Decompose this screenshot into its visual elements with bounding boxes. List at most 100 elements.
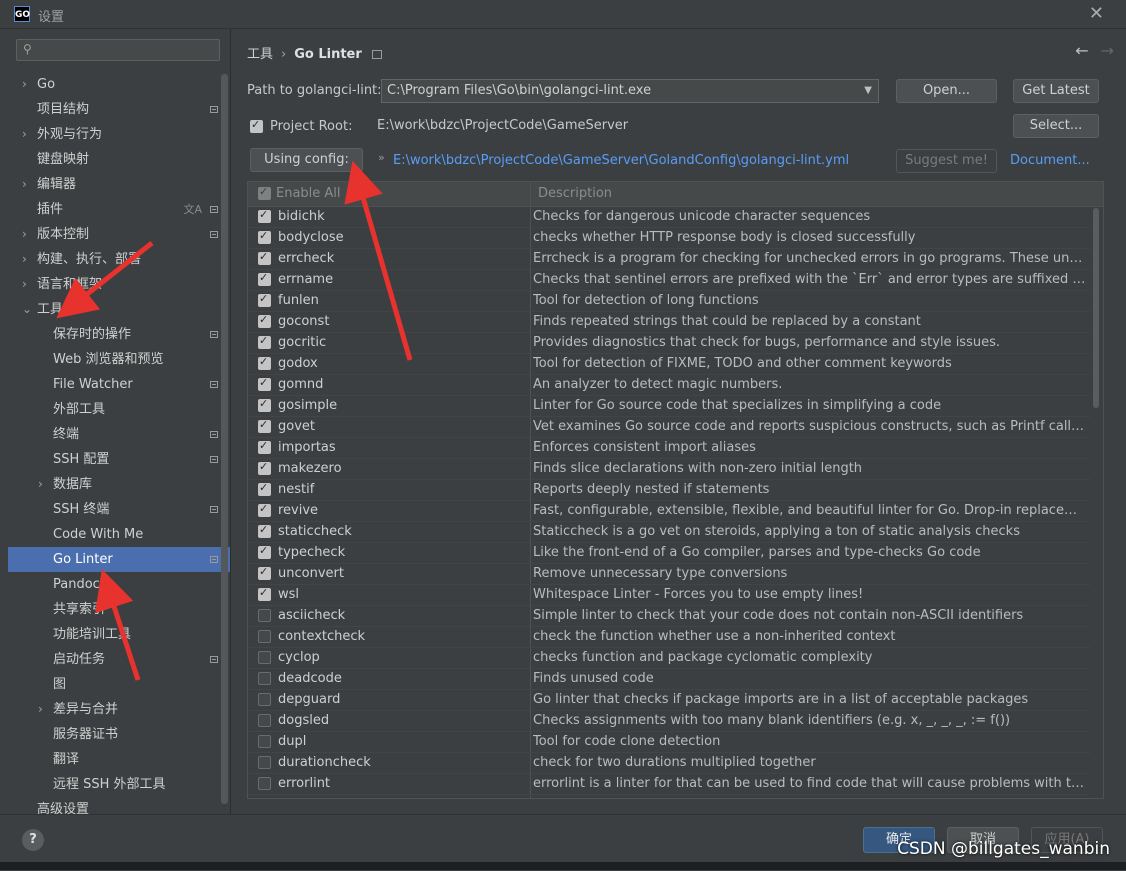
sidebar-item[interactable]: 外部工具 [8, 397, 230, 422]
linter-checkbox[interactable] [258, 609, 271, 622]
table-row[interactable]: gosimple Linter for Go source code that s… [248, 396, 1090, 417]
chevron-right-icon[interactable]: › [22, 247, 27, 272]
sidebar-item[interactable]: SSH 终端 [8, 497, 230, 522]
table-row[interactable]: gomnd An analyzer to detect magic numbers… [248, 375, 1090, 396]
table-row[interactable]: staticcheck Staticcheck is a go vet on st… [248, 522, 1090, 543]
linter-checkbox[interactable] [258, 630, 271, 643]
linter-checkbox[interactable] [258, 735, 271, 748]
enable-all-checkbox[interactable] [258, 185, 271, 200]
sidebar-item[interactable]: 保存时的操作 [8, 322, 230, 347]
linter-checkbox[interactable] [258, 777, 271, 790]
sidebar-item[interactable]: 图 [8, 672, 230, 697]
chevron-right-icon[interactable]: › [22, 272, 27, 297]
chevron-down-icon[interactable]: ⌄ [22, 297, 32, 322]
linter-checkbox[interactable] [258, 292, 271, 307]
breadcrumb-parent[interactable]: 工具 [247, 47, 273, 62]
sidebar-item[interactable]: 翻译 [8, 747, 230, 772]
using-config-button[interactable]: Using config: [250, 148, 363, 172]
sidebar-item[interactable]: 高级设置 [8, 797, 230, 814]
table-row[interactable]: godox Tool for detection of FIXME, TODO a… [248, 354, 1090, 375]
sidebar-item[interactable]: 功能培训工具 [8, 622, 230, 647]
table-row[interactable]: asciicheck Simple linter to check that yo… [248, 606, 1090, 627]
table-row[interactable]: errcheck Errcheck is a program for checki… [248, 249, 1090, 270]
sidebar-item[interactable]: Code With Me [8, 522, 230, 547]
close-icon[interactable]: ✕ [1089, 3, 1104, 24]
sidebar-item[interactable]: 插件 文A [8, 197, 230, 222]
sidebar-item[interactable]: › 差异与合并 [8, 697, 230, 722]
sidebar-scrollbar[interactable] [221, 74, 228, 804]
linter-checkbox[interactable] [258, 418, 271, 433]
linter-checkbox[interactable] [258, 693, 271, 706]
sidebar-item[interactable]: › 语言和框架 [8, 272, 230, 297]
linter-checkbox[interactable] [258, 271, 271, 286]
sidebar-item[interactable]: › Go [8, 72, 230, 97]
forward-arrow-icon[interactable]: → [1101, 41, 1114, 60]
table-row[interactable]: cyclop checks function and package cyclom… [248, 648, 1090, 669]
table-row[interactable]: nestif Reports deeply nested if statement… [248, 480, 1090, 501]
linter-checkbox[interactable] [258, 460, 271, 475]
config-path-link[interactable]: E:\work\bdzc\ProjectCode\GameServer\Gola… [393, 153, 849, 168]
sidebar-item[interactable]: 启动任务 [8, 647, 230, 672]
chevron-right-icon[interactable]: › [38, 697, 43, 722]
table-row[interactable]: errorlint errorlint is a linter for that … [248, 774, 1090, 795]
sidebar-item[interactable]: › 外观与行为 [8, 122, 230, 147]
linter-checkbox[interactable] [258, 355, 271, 370]
table-row[interactable]: typecheck Like the front-end of a Go comp… [248, 543, 1090, 564]
help-icon[interactable]: ? [22, 829, 44, 851]
linter-checkbox[interactable] [258, 523, 271, 538]
sidebar-item[interactable]: › 构建、执行、部署 [8, 247, 230, 272]
sidebar-item[interactable]: › 版本控制 [8, 222, 230, 247]
table-row[interactable]: unconvert Remove unnecessary type convers… [248, 564, 1090, 585]
table-row[interactable]: makezero Finds slice declarations with no… [248, 459, 1090, 480]
sidebar-item[interactable]: Pandoc [8, 572, 230, 597]
linter-checkbox[interactable] [258, 439, 271, 454]
suggest-button[interactable]: Suggest me! [896, 149, 997, 173]
select-button[interactable]: Select... [1013, 114, 1099, 138]
search-input[interactable]: ⚲ [16, 39, 220, 61]
linter-checkbox[interactable] [258, 229, 271, 244]
sidebar-item[interactable]: › 编辑器 [8, 172, 230, 197]
sidebar-item[interactable]: 远程 SSH 外部工具 [8, 772, 230, 797]
linter-checkbox[interactable] [258, 714, 271, 727]
sidebar-item[interactable]: ⌄ 工具 [8, 297, 230, 322]
table-row[interactable]: revive Fast, configurable, extensible, fl… [248, 501, 1090, 522]
linter-checkbox[interactable] [258, 376, 271, 391]
chevron-right-icon[interactable]: › [38, 472, 43, 497]
table-row[interactable]: durationcheck check for two durations mul… [248, 753, 1090, 774]
table-row[interactable]: bodyclose checks whether HTTP response bo… [248, 228, 1090, 249]
back-arrow-icon[interactable]: ← [1075, 41, 1088, 60]
dropdown-arrow-icon[interactable]: ▼ [864, 80, 872, 102]
description-header[interactable]: Description [538, 182, 612, 206]
chevron-right-icon[interactable]: › [22, 122, 27, 147]
linter-checkbox[interactable] [258, 208, 271, 223]
table-row[interactable]: contextcheck check the function whether u… [248, 627, 1090, 648]
table-row[interactable]: depguard Go linter that checks if package… [248, 690, 1090, 711]
sidebar-item[interactable]: 键盘映射 [8, 147, 230, 172]
chevron-right-icon[interactable]: › [22, 172, 27, 197]
table-row[interactable]: bidichk Checks for dangerous unicode char… [248, 207, 1090, 228]
linter-checkbox[interactable] [258, 313, 271, 328]
linter-checkbox[interactable] [258, 586, 271, 601]
get-latest-button[interactable]: Get Latest [1013, 79, 1099, 103]
linter-checkbox[interactable] [258, 756, 271, 769]
sidebar-item[interactable]: Go Linter [8, 547, 230, 572]
sidebar-item[interactable]: 共享索引 [8, 597, 230, 622]
linter-checkbox[interactable] [258, 250, 271, 265]
table-scrollbar[interactable] [1093, 208, 1099, 408]
sidebar-item[interactable]: File Watcher [8, 372, 230, 397]
linter-checkbox[interactable] [258, 502, 271, 517]
sidebar-item[interactable]: 项目结构 [8, 97, 230, 122]
document-link[interactable]: Document... [1010, 153, 1090, 168]
linter-checkbox[interactable] [258, 544, 271, 559]
sidebar-item[interactable]: 终端 [8, 422, 230, 447]
table-row[interactable]: dogsled Checks assignments with too many … [248, 711, 1090, 732]
table-row[interactable]: goconst Finds repeated strings that could… [248, 312, 1090, 333]
chevron-right-icon[interactable]: › [22, 72, 27, 97]
table-row[interactable]: gocritic Provides diagnostics that check … [248, 333, 1090, 354]
table-row[interactable]: govet Vet examines Go source code and rep… [248, 417, 1090, 438]
linter-checkbox[interactable] [258, 397, 271, 412]
golangci-path-combo[interactable]: C:\Program Files\Go\bin\golangci-lint.ex… [381, 79, 879, 103]
linter-checkbox[interactable] [258, 565, 271, 580]
sidebar-item[interactable]: SSH 配置 [8, 447, 230, 472]
enable-all-header[interactable]: Enable All [276, 182, 341, 206]
